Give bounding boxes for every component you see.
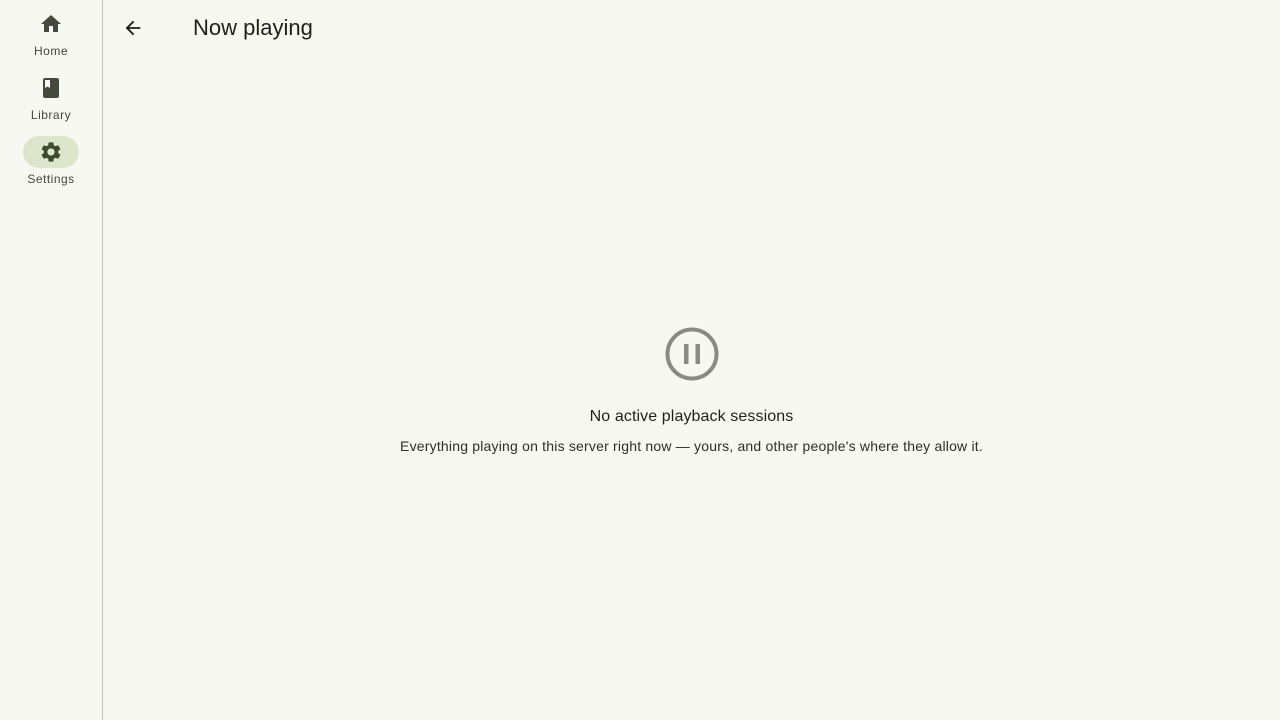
pause-circle-icon: [664, 326, 720, 382]
book-icon: [23, 72, 79, 104]
arrow-back-icon: [125, 20, 141, 36]
nav-label-settings: Settings: [27, 172, 75, 186]
page-title: Now playing: [193, 15, 313, 40]
empty-state: No active playback sessions Everything p…: [103, 326, 1280, 454]
nav-item-library[interactable]: Library: [1, 72, 101, 136]
gear-icon: [23, 136, 79, 168]
main-content: Now playing No active playback sessions …: [103, 0, 1280, 720]
app-window: Home Library Settings Now playing No act…: [0, 0, 1280, 720]
nav-item-home[interactable]: Home: [1, 8, 101, 72]
navigation-rail: Home Library Settings: [0, 0, 103, 720]
top-app-bar: Now playing: [103, 0, 1280, 56]
nav-label-home: Home: [33, 44, 68, 58]
empty-state-description: Everything playing on this server right …: [400, 438, 983, 454]
empty-state-title: No active playback sessions: [589, 408, 794, 425]
nav-label-library: Library: [30, 108, 72, 122]
nav-item-settings[interactable]: Settings: [1, 136, 101, 200]
back-button[interactable]: [119, 14, 147, 42]
home-icon: [23, 8, 79, 40]
